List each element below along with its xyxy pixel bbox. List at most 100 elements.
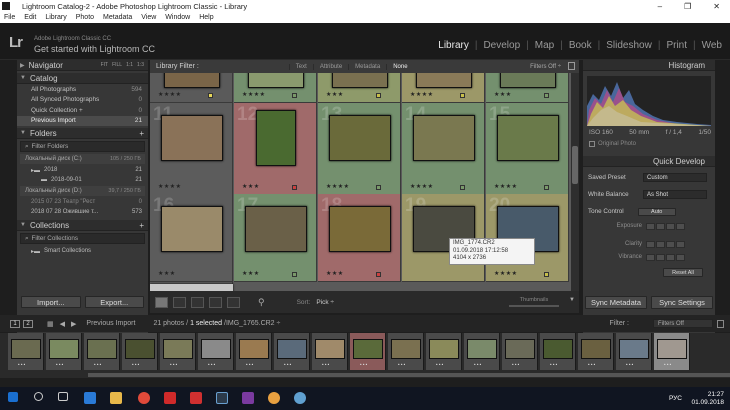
exposure-dec-large[interactable] <box>646 222 655 230</box>
grid-cell[interactable]: ★★★ <box>486 73 569 103</box>
grid-cell[interactable]: 13★★★★ <box>318 103 401 195</box>
histogram-header[interactable]: Histogram <box>583 60 715 71</box>
app-icon-purple[interactable] <box>242 392 254 404</box>
collapse-triangle-icon[interactable]: ▼ <box>20 75 26 81</box>
star-rating[interactable]: ★★★★ <box>158 183 182 190</box>
volume-d[interactable]: Локальный диск (D:) 39,7 / 250 ГБ <box>20 186 145 196</box>
grid-cell[interactable]: 12 ★★★ <box>234 103 317 195</box>
color-label-icon[interactable] <box>376 93 381 98</box>
exposure-inc-large[interactable] <box>676 222 685 230</box>
star-rating[interactable]: ★★★★ <box>494 270 518 277</box>
thumbnails-slider[interactable]: Thumbnails <box>509 297 559 307</box>
photo-thumbnail[interactable] <box>500 73 556 88</box>
filmstrip-thumbnail[interactable]: • • • <box>350 333 386 370</box>
star-rating[interactable]: ★★★ <box>242 270 260 277</box>
filmstrip-filename[interactable]: /IMG_1765.CR2 ÷ <box>224 320 280 327</box>
menu-library[interactable]: Library <box>45 14 66 21</box>
photo-thumbnail[interactable] <box>497 115 559 161</box>
yandex-icon[interactable] <box>164 392 176 404</box>
filmstrip-thumbnail[interactable]: • • • <box>540 333 576 370</box>
color-label-icon[interactable] <box>376 185 381 190</box>
catalog-header[interactable]: ▼ Catalog <box>17 73 148 84</box>
photo-thumbnail[interactable] <box>245 206 307 252</box>
painter-icon[interactable]: ⚲ <box>258 297 265 308</box>
yandex-browser-icon[interactable] <box>190 392 202 404</box>
folder-2018-07-28[interactable]: 2018 07 28 Ожившие т... 573 <box>17 207 148 217</box>
module-web[interactable]: Web <box>702 40 722 51</box>
vibrance-dec-large[interactable] <box>646 253 655 261</box>
zoom-1-1[interactable]: 1:1 <box>126 62 133 68</box>
collapse-triangle-icon[interactable]: ▶ <box>20 62 25 69</box>
sync-metadata-button[interactable]: Sync Metadata <box>585 296 647 309</box>
volume-c[interactable]: Локальный диск (C:) 105 / 250 ГБ <box>20 154 145 164</box>
filmstrip-thumbnail[interactable]: • • • <box>160 333 196 370</box>
photo-thumbnail[interactable] <box>150 284 233 291</box>
menu-view[interactable]: View <box>141 14 156 21</box>
add-folder-icon[interactable]: + <box>139 129 144 138</box>
loupe-view-icon[interactable] <box>173 296 186 308</box>
filmstrip-thumbnail[interactable]: • • • <box>122 333 158 370</box>
back-arrow-icon[interactable]: ◀ <box>60 320 65 328</box>
color-label-icon[interactable] <box>208 93 213 98</box>
input-language[interactable]: РУС <box>669 395 682 402</box>
grid-cell[interactable]: ★★★★ <box>150 73 233 103</box>
reset-all-button[interactable]: Reset All <box>663 268 703 277</box>
filter-lock-icon[interactable] <box>717 319 724 328</box>
edge-icon[interactable] <box>84 392 96 404</box>
filmstrip-thumbnail[interactable]: • • • <box>198 333 234 370</box>
menu-metadata[interactable]: Metadata <box>103 14 132 21</box>
grid-cell[interactable]: 16★★★ <box>150 194 233 282</box>
exposure-dec[interactable] <box>656 222 665 230</box>
quick-develop-header[interactable]: Quick Develop <box>583 156 715 167</box>
folder-2018-09-01[interactable]: ▬ 2018-09-01 21 <box>17 175 148 185</box>
lock-icon[interactable] <box>568 62 575 70</box>
saved-preset-dropdown[interactable]: Custom <box>643 173 707 182</box>
folder-2015-07-23[interactable]: 2015 07 23 Театр "Рест 0 <box>17 197 148 207</box>
photo-thumbnail[interactable] <box>413 115 475 161</box>
grid-cell[interactable]: 21 <box>150 282 233 291</box>
secondary-window-button[interactable]: 2 <box>23 319 33 328</box>
filmstrip-thumbnail[interactable]: • • • <box>46 333 82 370</box>
grid-cell[interactable]: 11★★★★ <box>150 103 233 195</box>
thumbnails-slider-track[interactable] <box>509 305 559 307</box>
color-label-icon[interactable] <box>460 185 465 190</box>
color-label-icon[interactable] <box>292 185 297 190</box>
module-print[interactable]: Print <box>666 40 687 51</box>
photo-thumbnail[interactable] <box>164 73 220 88</box>
import-button[interactable]: Import... <box>21 296 81 308</box>
grid-cell[interactable]: 17★★★ <box>234 194 317 282</box>
sync-settings-button[interactable]: Sync Settings <box>651 296 713 309</box>
filter-attribute-tab[interactable]: Attribute <box>312 63 348 70</box>
module-book[interactable]: Book <box>569 40 592 51</box>
survey-view-icon[interactable] <box>209 296 222 308</box>
task-view-icon[interactable] <box>58 392 68 401</box>
catalog-item-quick-collection[interactable]: Quick Collection + 0 <box>17 105 148 116</box>
system-clock[interactable]: 21:27 01.09.2018 <box>691 391 724 407</box>
photo-thumbnail[interactable] <box>332 73 388 88</box>
people-view-icon[interactable] <box>227 296 240 308</box>
photo-thumbnail[interactable] <box>161 206 223 252</box>
minimize-button[interactable]: – <box>658 2 662 11</box>
filmstrip-thumbnail[interactable]: • • • <box>274 333 310 370</box>
filmstrip-thumbnail[interactable]: • • • <box>312 333 348 370</box>
grid-cell[interactable]: 18★★★ <box>318 194 401 282</box>
module-library[interactable]: Library <box>438 40 469 51</box>
add-collection-icon[interactable]: + <box>139 221 144 230</box>
menu-window[interactable]: Window <box>165 14 190 21</box>
filmstrip-scrollbar[interactable] <box>88 373 730 377</box>
chrome-icon[interactable] <box>138 392 150 404</box>
grid-cell[interactable]: 15★★★★ <box>486 103 569 195</box>
folders-header[interactable]: ▼ Folders + <box>17 128 148 139</box>
filter-folders-search[interactable]: ⌕ Filter Folders <box>20 141 145 152</box>
menu-edit[interactable]: Edit <box>24 14 36 21</box>
original-photo-row[interactable]: Original Photo <box>589 141 636 147</box>
filmstrip-thumbnail[interactable]: • • • <box>426 333 462 370</box>
collapse-triangle-icon[interactable]: ▼ <box>20 222 26 228</box>
filter-metadata-tab[interactable]: Metadata <box>348 63 386 70</box>
menu-help[interactable]: Help <box>199 14 213 21</box>
collapse-triangle-icon[interactable]: ▼ <box>20 130 26 136</box>
vibrance-dec[interactable] <box>656 253 665 261</box>
star-rating[interactable]: ★★★★ <box>410 91 434 98</box>
auto-tone-button[interactable]: Auto <box>637 207 676 216</box>
filters-off-dropdown[interactable]: Filters Off ÷ <box>530 64 561 70</box>
